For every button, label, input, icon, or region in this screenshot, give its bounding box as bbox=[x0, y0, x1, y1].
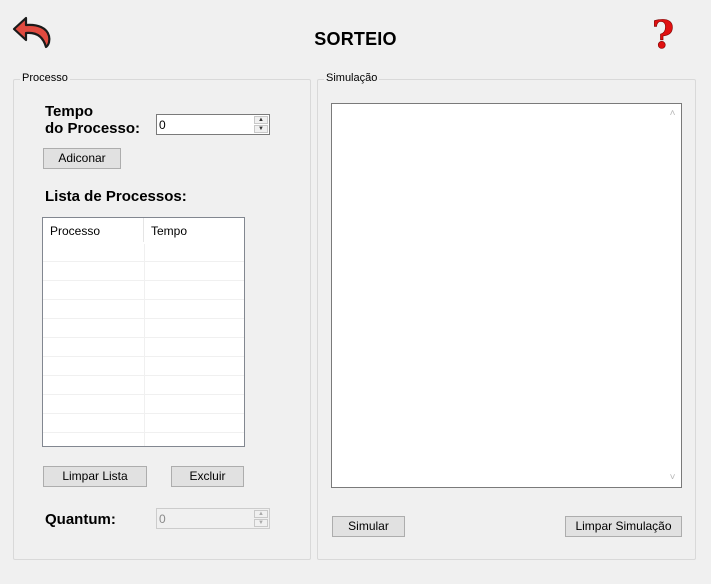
list-grid-line bbox=[43, 337, 244, 338]
quantum-spin-buttons: ▲ ▼ bbox=[254, 510, 268, 527]
spin-up-icon[interactable]: ▲ bbox=[254, 116, 268, 124]
scroll-down-icon[interactable]: ˅ bbox=[667, 472, 678, 483]
tempo-spin-buttons: ▲ ▼ bbox=[254, 116, 268, 133]
list-grid-line bbox=[43, 413, 244, 414]
process-list-header: Processo Tempo bbox=[43, 218, 244, 244]
list-grid-line bbox=[43, 318, 244, 319]
quantum-input bbox=[158, 510, 253, 527]
question-mark-icon: ? bbox=[652, 12, 675, 58]
tempo-label-line1: Tempo bbox=[45, 103, 94, 120]
help-button[interactable]: ? bbox=[649, 12, 677, 58]
simulate-button[interactable]: Simular bbox=[332, 516, 405, 537]
simulation-scrollbar[interactable]: ˄ ˅ bbox=[664, 104, 681, 487]
list-grid-line bbox=[43, 375, 244, 376]
svg-text:?: ? bbox=[652, 14, 674, 54]
simulacao-group-label: Simulação bbox=[324, 72, 380, 84]
list-grid-line bbox=[43, 356, 244, 357]
process-list-title: Lista de Processos: bbox=[45, 188, 187, 205]
list-grid-line bbox=[43, 261, 244, 262]
processo-group-label: Processo bbox=[20, 72, 70, 84]
process-list[interactable]: Processo Tempo bbox=[42, 217, 245, 447]
quantum-spinner: ▲ ▼ bbox=[156, 508, 270, 529]
tempo-label: Tempo do Processo: bbox=[45, 103, 140, 137]
list-grid-line bbox=[43, 299, 244, 300]
tempo-spinner[interactable]: ▲ ▼ bbox=[156, 114, 270, 135]
tempo-label-line2: do Processo: bbox=[45, 120, 141, 137]
list-grid-line bbox=[43, 394, 244, 395]
column-header-tempo[interactable]: Tempo bbox=[144, 218, 244, 244]
clear-list-button[interactable]: Limpar Lista bbox=[43, 466, 147, 487]
scroll-up-icon[interactable]: ˄ bbox=[667, 108, 678, 119]
quantum-label: Quantum: bbox=[45, 511, 116, 528]
list-grid-line bbox=[43, 280, 244, 281]
clear-simulation-button[interactable]: Limpar Simulação bbox=[565, 516, 682, 537]
spin-down-icon[interactable]: ▼ bbox=[254, 125, 268, 133]
column-header-processo[interactable]: Processo bbox=[43, 218, 144, 242]
list-grid-line bbox=[43, 432, 244, 433]
add-process-button[interactable]: Adiconar bbox=[43, 148, 121, 169]
list-grid-divider bbox=[144, 244, 145, 446]
spin-up-icon: ▲ bbox=[254, 510, 268, 518]
simulation-output[interactable]: ˄ ˅ bbox=[331, 103, 682, 488]
page-title: SORTEIO bbox=[314, 29, 397, 49]
spin-down-icon: ▼ bbox=[254, 519, 268, 527]
tempo-input[interactable] bbox=[158, 116, 253, 133]
delete-process-button[interactable]: Excluir bbox=[171, 466, 244, 487]
